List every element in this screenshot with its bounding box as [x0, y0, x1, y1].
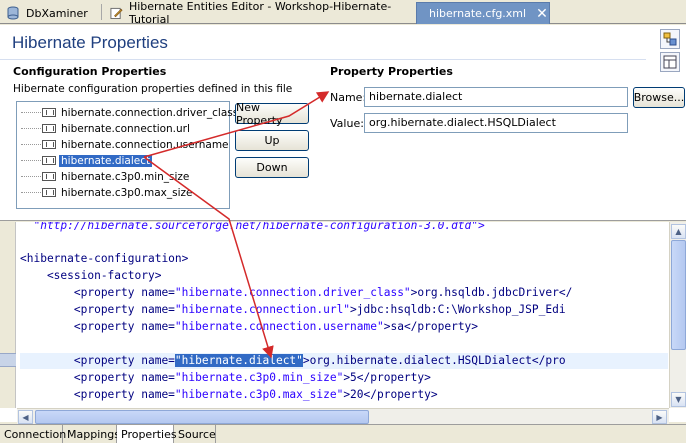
- layout-view-button[interactable]: [660, 52, 680, 72]
- tab-mappings[interactable]: Mappings: [63, 425, 120, 443]
- tree-item-dialect[interactable]: hibernate.dialect: [17, 153, 153, 168]
- tree-item-driver-class[interactable]: hibernate.connection.driver_class: [17, 105, 240, 120]
- tab-label: hibernate.cfg.xml: [429, 7, 527, 20]
- scroll-right-icon[interactable]: ▶: [652, 410, 667, 424]
- tab-dbxaminer[interactable]: DbXaminer: [0, 2, 100, 24]
- toolbar-icons: [660, 29, 682, 75]
- code-line: <property name="hibernate.connection.url…: [20, 303, 566, 316]
- new-property-button[interactable]: New Property: [235, 101, 309, 127]
- property-icon: [42, 188, 56, 197]
- tab-hibernate-entities-editor[interactable]: Hibernate Entities Editor - Workshop-Hib…: [104, 0, 414, 26]
- tab-separator: [101, 4, 102, 20]
- name-field[interactable]: hibernate.dialect: [364, 87, 628, 107]
- tree-item-c3p0-min-size[interactable]: hibernate.c3p0.min_size: [17, 169, 191, 184]
- property-icon: [42, 156, 56, 165]
- up-button[interactable]: Up: [235, 130, 309, 151]
- tree-item-label: hibernate.connection.username: [61, 138, 229, 151]
- properties-form: Hibernate Properties Configuration Prope…: [0, 25, 686, 221]
- current-line-marker: [0, 353, 16, 367]
- code-line: <property name="hibernate.c3p0.max_size"…: [20, 388, 438, 401]
- property-properties-heading: Property Properties: [330, 65, 453, 78]
- layout-icon: [663, 55, 677, 69]
- value-field[interactable]: org.hibernate.dialect.HSQLDialect: [364, 113, 628, 133]
- selected-text: "hibernate.dialect": [174, 354, 303, 367]
- scroll-left-icon[interactable]: ◀: [18, 410, 33, 424]
- tab-label: Hibernate Entities Editor - Workshop-Hib…: [128, 0, 392, 26]
- page-title: Hibernate Properties: [12, 33, 168, 52]
- property-icon: [42, 108, 56, 117]
- code-line: <property name="hibernate.connection.use…: [20, 320, 479, 333]
- tree-item-label: hibernate.connection.driver_class: [61, 106, 239, 119]
- vertical-scrollbar[interactable]: ▲ ▼: [669, 222, 686, 408]
- tab-label: DbXaminer: [26, 6, 88, 20]
- scroll-up-icon[interactable]: ▲: [671, 224, 686, 239]
- tree-item-label: hibernate.dialect: [59, 154, 153, 167]
- editor-page-tabs: Connection Mappings Properties Source: [0, 424, 686, 443]
- code-view[interactable]: "http://hibernate.sourceforge.net/hibern…: [20, 222, 668, 408]
- tab-connection[interactable]: Connection: [0, 425, 66, 443]
- config-properties-description: Hibernate configuration properties defin…: [13, 83, 293, 95]
- edit-icon: [110, 7, 123, 20]
- browse-button[interactable]: Browse...: [633, 87, 685, 108]
- tree-item-label: hibernate.connection.url: [61, 122, 190, 135]
- property-icon: [42, 124, 56, 133]
- tab-source[interactable]: Source: [174, 425, 216, 443]
- database-icon: [7, 6, 19, 20]
- tab-hibernate-cfg-xml[interactable]: XML hibernate.cfg.xml ✕: [416, 2, 550, 24]
- scroll-down-icon[interactable]: ▼: [671, 392, 686, 407]
- property-icon: [42, 172, 56, 181]
- name-label: Name:: [330, 91, 367, 104]
- tree-item-c3p0-max-size[interactable]: hibernate.c3p0.max_size: [17, 185, 194, 200]
- editor-tab-bar: DbXaminer Hibernate Entities Editor - Wo…: [0, 0, 686, 26]
- code-line: <property name="hibernate.connection.dri…: [20, 286, 573, 299]
- outline-view-button[interactable]: [660, 29, 680, 49]
- tree-item-label: hibernate.c3p0.max_size: [61, 186, 193, 199]
- title-divider: [0, 59, 646, 60]
- code-line-dialect: <property name="hibernate.dialect">org.h…: [20, 354, 566, 367]
- tree-item-connection-url[interactable]: hibernate.connection.url: [17, 121, 192, 136]
- code-line: "http://hibernate.sourceforge.net/hibern…: [20, 222, 485, 232]
- scrollbar-thumb[interactable]: [671, 240, 686, 350]
- tree-item-connection-username[interactable]: hibernate.connection.username: [17, 137, 231, 152]
- tab-properties[interactable]: Properties: [117, 425, 177, 443]
- config-properties-heading: Configuration Properties: [13, 65, 167, 78]
- tree-item-label: hibernate.c3p0.min_size: [61, 170, 190, 183]
- horizontal-scrollbar[interactable]: ◀ ▶: [17, 408, 669, 424]
- down-button[interactable]: Down: [235, 157, 309, 178]
- code-line: <property name="hibernate.c3p0.min_size"…: [20, 371, 431, 384]
- property-icon: [42, 140, 56, 149]
- scrollbar-thumb[interactable]: [35, 410, 369, 424]
- source-editor[interactable]: "http://hibernate.sourceforge.net/hibern…: [0, 222, 686, 424]
- value-label: Value:: [330, 117, 364, 130]
- code-line: <hibernate-configuration>: [20, 252, 189, 265]
- property-tree[interactable]: hibernate.connection.driver_class hibern…: [16, 101, 238, 209]
- close-icon[interactable]: ✕: [536, 6, 548, 22]
- code-line: <session-factory>: [20, 269, 162, 282]
- editor-ruler: [0, 222, 16, 408]
- outline-icon: [663, 32, 677, 46]
